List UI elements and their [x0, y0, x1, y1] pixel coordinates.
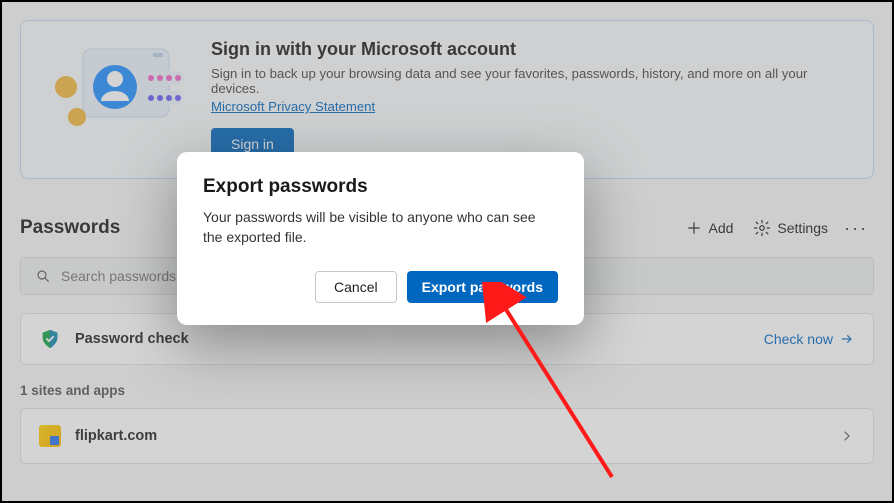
- export-passwords-button[interactable]: Export passwords: [407, 271, 558, 303]
- export-passwords-dialog: Export passwords Your passwords will be …: [177, 152, 584, 325]
- cancel-button[interactable]: Cancel: [315, 271, 397, 303]
- dialog-body: Your passwords will be visible to anyone…: [203, 208, 558, 247]
- dialog-title: Export passwords: [203, 176, 558, 198]
